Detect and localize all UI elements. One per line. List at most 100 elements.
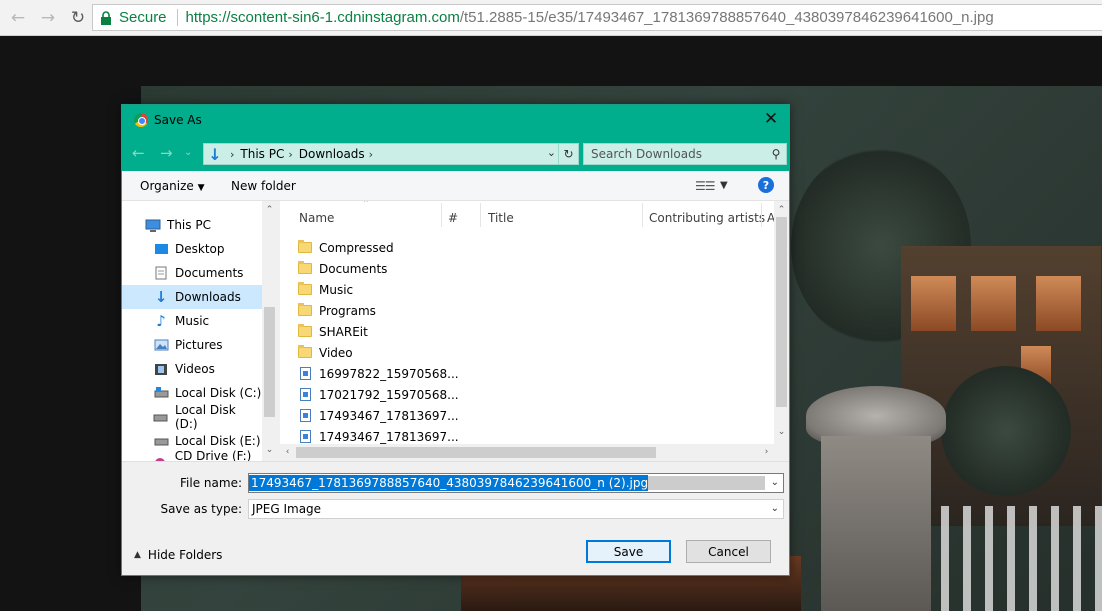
sidebar-item-downloads[interactable]: ↓ Downloads <box>122 285 262 309</box>
image-file-icon <box>300 388 311 401</box>
list-item[interactable]: 17021792_15970568... <box>298 384 758 405</box>
breadcrumb[interactable]: ↓ › This PC › Downloads › ⌄ ↻ <box>203 143 579 165</box>
sidebar-item-desktop[interactable]: Desktop <box>122 237 262 261</box>
list-item[interactable]: SHAREit <box>298 321 758 342</box>
view-options-icon[interactable]: ☰☰ <box>695 179 715 193</box>
organize-label: Organize <box>140 179 194 193</box>
file-name: Documents <box>319 261 388 276</box>
file-name: Music <box>319 282 354 297</box>
nav-scrollbar-thumb[interactable] <box>264 307 275 417</box>
windows-drive-icon <box>153 386 169 400</box>
save-button[interactable]: Save <box>586 540 671 563</box>
new-folder-button[interactable]: New folder <box>231 179 296 193</box>
horizontal-scrollbar-thumb[interactable] <box>296 447 656 458</box>
file-name-selection-tail <box>648 476 765 490</box>
desktop-icon <box>153 242 169 256</box>
chevron-right-icon[interactable]: › <box>369 148 373 161</box>
column-divider[interactable] <box>642 203 643 227</box>
sidebar-item-documents[interactable]: Documents <box>122 261 262 285</box>
search-box[interactable]: ⚲ <box>583 143 787 165</box>
sidebar-item-local-disk-d[interactable]: Local Disk (D:) <box>122 403 262 431</box>
column-header-number[interactable]: # <box>448 211 458 225</box>
save-as-dialog: Save As ✕ ← → ⌄ ↓ › This PC › Downloads … <box>121 104 790 576</box>
search-icon[interactable]: ⚲ <box>766 147 786 161</box>
forward-arrow-icon[interactable]: → <box>36 6 60 30</box>
sidebar-item-music[interactable]: ♪ Music <box>122 309 262 333</box>
folder-icon <box>298 324 312 337</box>
chevron-left-icon[interactable]: ‹ <box>280 447 295 457</box>
column-divider[interactable] <box>480 203 481 227</box>
file-name: 17493467_17813697... <box>319 429 459 444</box>
sidebar-item-label: Local Disk (D:) <box>174 403 236 431</box>
sidebar-item-cd-drive[interactable]: CD Drive (F:) C <box>122 449 262 461</box>
pictures-icon <box>153 338 169 352</box>
file-name-field[interactable]: 17493467_1781369788857640_43803978462396… <box>248 473 784 493</box>
back-arrow-icon[interactable]: ← <box>6 6 30 30</box>
dialog-toolbar: Organize ▼ New folder ☰☰ ▼ ? <box>122 171 789 201</box>
save-as-type-select[interactable]: JPEG Image ⌄ <box>248 499 784 519</box>
forward-arrow-icon[interactable]: → <box>160 144 173 162</box>
file-list-vertical-scrollbar[interactable]: ⌃ ⌄ <box>774 201 789 444</box>
column-header-name[interactable]: Name <box>299 211 334 225</box>
chevron-down-icon[interactable]: ⌄ <box>774 427 789 437</box>
chevron-up-icon[interactable]: ⌃ <box>262 205 277 215</box>
sidebar-item-local-disk-c[interactable]: Local Disk (C:) <box>122 381 262 405</box>
cancel-button[interactable]: Cancel <box>686 540 771 563</box>
column-header-title[interactable]: Title <box>488 211 514 225</box>
nav-scrollbar[interactable]: ⌃ ⌄ <box>262 201 277 461</box>
chevron-up-icon: ▲ <box>134 550 141 560</box>
list-item[interactable]: Music <box>298 279 758 300</box>
chevron-down-icon[interactable]: ⌄ <box>771 477 779 488</box>
chevron-right-icon[interactable]: › <box>230 148 234 161</box>
computer-icon <box>145 218 161 232</box>
organize-button[interactable]: Organize ▼ <box>140 179 205 193</box>
folder-icon <box>298 282 312 295</box>
file-name: Compressed <box>319 240 394 255</box>
reload-icon[interactable]: ↻ <box>66 6 90 30</box>
chevron-right-icon[interactable]: › <box>759 447 774 457</box>
file-name-label: File name: <box>180 476 242 490</box>
list-item[interactable]: Compressed <box>298 237 758 258</box>
breadcrumb-this-pc[interactable]: This PC <box>240 147 284 161</box>
omnibox-divider <box>176 9 178 26</box>
sidebar-item-this-pc[interactable]: This PC <box>122 213 262 237</box>
chevron-down-icon[interactable]: ▼ <box>720 180 728 191</box>
close-icon[interactable]: ✕ <box>761 111 781 128</box>
chevron-down-icon[interactable]: ⌄ <box>771 503 779 514</box>
sidebar-item-videos[interactable]: Videos <box>122 357 262 381</box>
chevron-down-icon[interactable]: ⌄ <box>262 445 277 455</box>
file-name: 17493467_17813697... <box>319 408 459 423</box>
back-arrow-icon[interactable]: ← <box>132 144 145 162</box>
url-host: https://scontent-sin6-1.cdninstagram.com <box>185 9 460 26</box>
sidebar-item-pictures[interactable]: Pictures <box>122 333 262 357</box>
list-item[interactable]: 16997822_15970568... <box>298 363 758 384</box>
hide-folders-toggle[interactable]: ▲ Hide Folders <box>134 548 222 562</box>
list-item[interactable]: 17493467_17813697... <box>298 405 758 426</box>
breadcrumb-downloads[interactable]: Downloads <box>299 147 365 161</box>
chevron-up-icon[interactable]: ⌃ <box>774 205 789 215</box>
dialog-titlebar[interactable]: Save As ✕ <box>122 105 789 135</box>
music-note-icon: ♪ <box>156 312 166 330</box>
help-icon[interactable]: ? <box>758 177 774 193</box>
sidebar-item-label: Music <box>175 314 210 328</box>
list-item[interactable]: Programs <box>298 300 758 321</box>
refresh-icon[interactable]: ↻ <box>558 144 578 164</box>
sidebar-item-label: Documents <box>175 266 244 280</box>
list-item[interactable]: Video <box>298 342 758 363</box>
image-file-icon <box>300 430 311 443</box>
chevron-right-icon[interactable]: › <box>288 148 292 161</box>
recent-locations-chevron-icon[interactable]: ⌄ <box>184 147 192 158</box>
sidebar-item-label: Local Disk (C:) <box>175 386 262 400</box>
column-divider[interactable] <box>441 203 442 227</box>
folder-icon <box>298 345 312 358</box>
column-header-contributing-artists[interactable]: Contributing artists <box>649 211 765 225</box>
vertical-scrollbar-thumb[interactable] <box>776 217 787 407</box>
file-name-value[interactable]: 17493467_1781369788857640_43803978462396… <box>249 475 649 491</box>
file-list-horizontal-scrollbar[interactable]: ‹ › <box>280 444 774 461</box>
drive-icon <box>153 434 169 448</box>
address-bar[interactable]: Secure https://scontent-sin6-1.cdninstag… <box>92 4 1102 31</box>
list-item[interactable]: Documents <box>298 258 758 279</box>
chevron-down-icon[interactable]: ⌄ <box>547 146 556 159</box>
column-divider[interactable] <box>761 203 762 227</box>
search-input[interactable] <box>584 147 766 161</box>
